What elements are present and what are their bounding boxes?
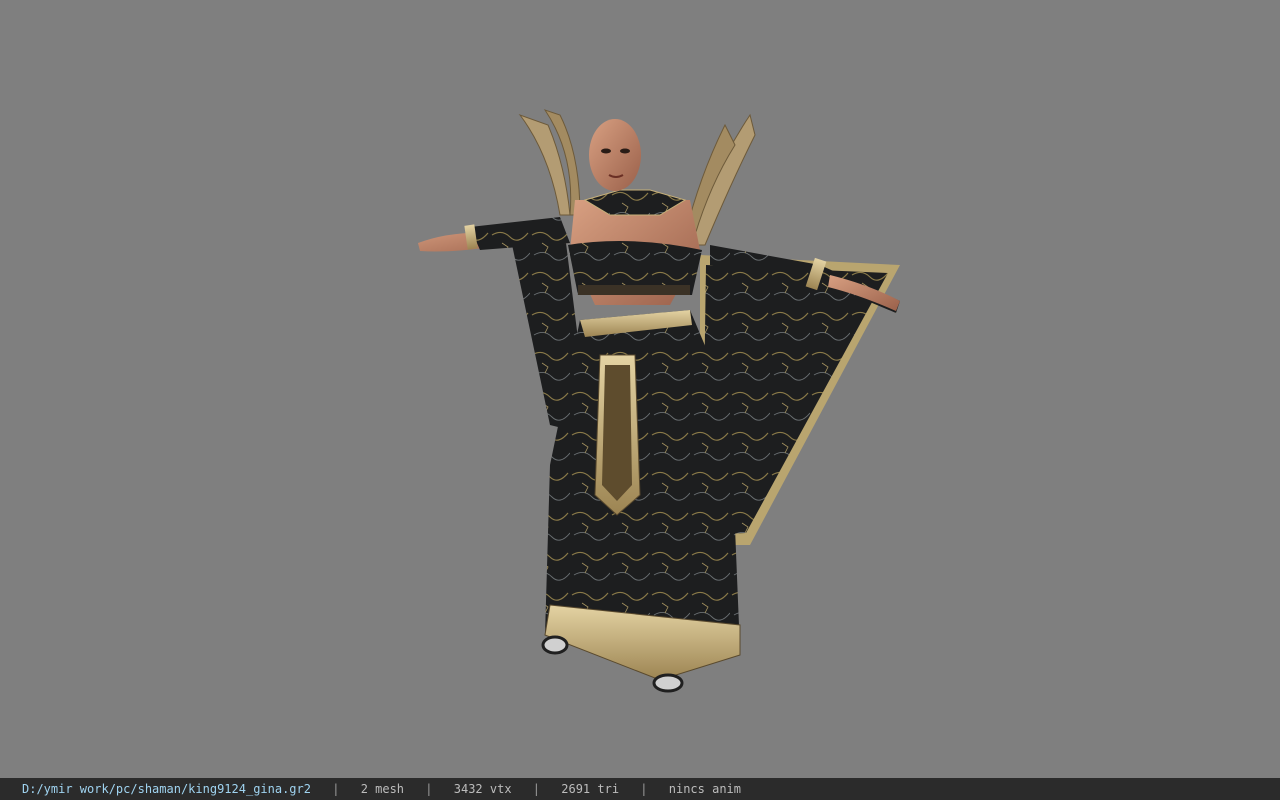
crest-right	[684, 113, 756, 246]
skirt	[544, 310, 741, 681]
3d-viewport[interactable]	[0, 0, 1280, 778]
crest-left	[518, 109, 581, 216]
file-path: D:/ymir work/pc/shaman/king9124_gina.gr2	[22, 782, 311, 796]
separator: |	[332, 782, 340, 796]
mesh-count: 2 mesh	[360, 782, 405, 796]
triangle-count: 2691 tri	[561, 782, 620, 796]
separator: |	[532, 782, 541, 796]
status-bar: D:/ymir work/pc/shaman/king9124_gina.gr2…	[0, 778, 1280, 800]
separator: |	[640, 782, 648, 796]
head	[589, 119, 641, 191]
vertex-count: 3432 vtx	[453, 782, 512, 796]
separator: |	[425, 782, 433, 796]
animation-status: nincs anim	[668, 782, 741, 796]
character-model[interactable]	[410, 105, 910, 705]
